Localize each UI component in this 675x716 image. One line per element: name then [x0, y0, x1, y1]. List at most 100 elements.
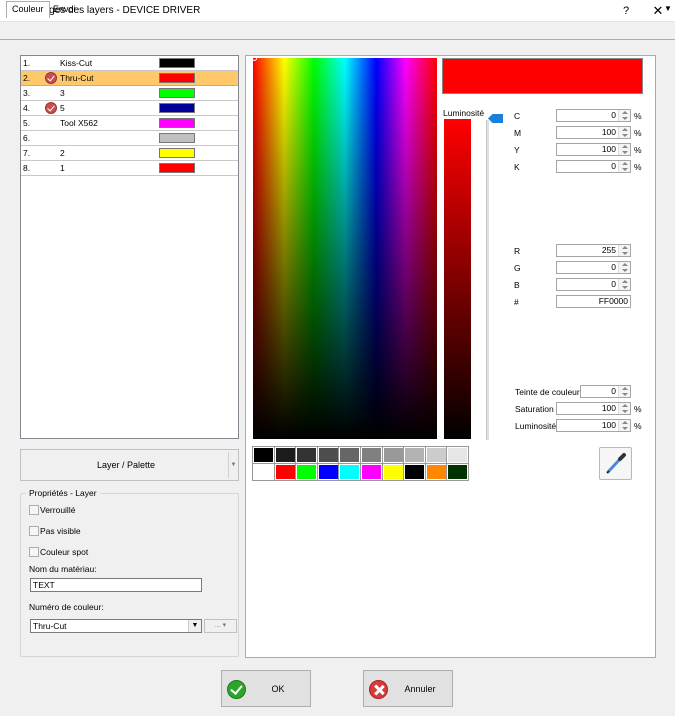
tab-envoi[interactable]: Envoi: [48, 2, 81, 18]
hsl-input[interactable]: 0: [580, 385, 631, 398]
palette-swatch[interactable]: [273, 446, 297, 464]
spinner-arrows-icon[interactable]: [618, 245, 630, 256]
color-extra-button[interactable]: ... ▾: [204, 619, 237, 633]
palette-swatch[interactable]: [403, 446, 427, 464]
layer-color-swatch[interactable]: [159, 163, 195, 173]
cmyk-input[interactable]: 100: [556, 126, 631, 139]
palette-swatch[interactable]: [316, 446, 340, 464]
palette-swatch[interactable]: [338, 463, 362, 481]
spinner-arrows-icon[interactable]: [618, 386, 630, 397]
hsl-input[interactable]: 100: [556, 419, 631, 432]
not-visible-checkbox[interactable]: [29, 526, 39, 536]
layer-number: 5.: [23, 118, 31, 128]
hex-label: #: [514, 297, 519, 307]
layer-color-swatch[interactable]: [159, 58, 195, 68]
layer-color-swatch[interactable]: [159, 73, 195, 83]
layer-name: 1: [60, 163, 65, 173]
tab-menu-arrow-icon[interactable]: ▼: [664, 4, 672, 13]
palette-swatch[interactable]: [316, 463, 340, 481]
luminosity-bar[interactable]: [444, 119, 471, 439]
layer-color-swatch[interactable]: [159, 103, 195, 113]
cmyk-input[interactable]: 100: [556, 143, 631, 156]
spinner-arrows-icon[interactable]: [618, 127, 630, 138]
material-input[interactable]: TEXT: [30, 578, 202, 592]
layer-row[interactable]: 3. 3: [21, 86, 238, 101]
spot-color-checkbox[interactable]: [29, 547, 39, 557]
cancel-label: Annuler: [404, 684, 436, 694]
spinner-arrows-icon[interactable]: [618, 279, 630, 290]
help-button[interactable]: ?: [618, 3, 634, 19]
rgb-input[interactable]: 0: [556, 261, 631, 274]
layer-number: 3.: [23, 88, 31, 98]
palette-swatch[interactable]: [446, 446, 470, 464]
palette-swatch[interactable]: [338, 446, 362, 464]
layer-row[interactable]: 1. Kiss-Cut: [21, 56, 238, 71]
palette-swatch[interactable]: [295, 463, 319, 481]
layer-name: Kiss-Cut: [60, 58, 93, 68]
hsl-input[interactable]: 100: [556, 402, 631, 415]
spinner-arrows-icon[interactable]: [618, 403, 630, 414]
palette-swatch[interactable]: [381, 446, 405, 464]
palette-swatch[interactable]: [403, 463, 427, 481]
rgb-input[interactable]: 0: [556, 278, 631, 291]
layer-row[interactable]: 6.: [21, 131, 238, 146]
layer-row[interactable]: 2. Thru-Cut: [21, 71, 238, 86]
layer-color-swatch[interactable]: [159, 88, 195, 98]
color-preview: [442, 58, 643, 94]
chevron-down-icon[interactable]: ▼: [188, 620, 201, 632]
layer-number: 4.: [23, 103, 31, 113]
cancel-button[interactable]: Annuler: [363, 670, 453, 707]
layer-color-swatch[interactable]: [159, 148, 195, 158]
layer-name: Thru-Cut: [60, 73, 94, 83]
layer-name: Tool X562: [60, 118, 98, 128]
luminosity-slider-track[interactable]: [486, 120, 489, 440]
spinner-arrows-icon[interactable]: [618, 161, 630, 172]
spin-value: 100: [601, 403, 616, 413]
palette-swatch[interactable]: [252, 463, 275, 481]
hex-input[interactable]: FF0000: [556, 295, 631, 308]
layer-name: 3: [60, 88, 65, 98]
palette-swatch[interactable]: [424, 446, 448, 464]
spinner-arrows-icon[interactable]: [618, 144, 630, 155]
spin-value: 100: [601, 144, 616, 154]
layer-row[interactable]: 5. Tool X562: [21, 116, 238, 131]
layer-color-swatch[interactable]: [159, 133, 195, 143]
layer-color-swatch[interactable]: [159, 118, 195, 128]
cmyk-label: M: [514, 128, 522, 138]
layer-row[interactable]: 8. 1: [21, 161, 238, 176]
eyedropper-icon: [606, 453, 626, 474]
cmyk-label: K: [514, 162, 520, 172]
palette-swatch[interactable]: [360, 463, 383, 481]
ok-button[interactable]: OK: [221, 670, 311, 707]
cmyk-input[interactable]: 0: [556, 109, 631, 122]
spinner-arrows-icon[interactable]: [618, 110, 630, 121]
layer-list[interactable]: 1. Kiss-Cut 2. Thru-Cut 3. 3 4. 5 5. Tool X562 6. 7…: [20, 55, 239, 439]
unit-percent: %: [634, 404, 642, 414]
palette-swatch[interactable]: [252, 446, 275, 464]
spinner-arrows-icon[interactable]: [618, 420, 630, 431]
layer-row[interactable]: 4. 5: [21, 101, 238, 116]
spectrum-marker[interactable]: [252, 56, 257, 61]
cmyk-input[interactable]: 0: [556, 160, 631, 173]
eyedropper-button[interactable]: [599, 447, 632, 480]
layer-row[interactable]: 7. 2: [21, 146, 238, 161]
palette-swatch[interactable]: [360, 446, 383, 464]
spinner-arrows-icon[interactable]: [618, 262, 630, 273]
color-palette: [252, 446, 470, 481]
color-spectrum[interactable]: [253, 58, 437, 439]
spin-value: 0: [611, 161, 616, 171]
rgb-label: R: [514, 246, 521, 256]
palette-swatch[interactable]: [273, 463, 297, 481]
locked-checkbox[interactable]: [29, 505, 39, 515]
tab-couleur[interactable]: Couleur: [6, 1, 50, 18]
palette-swatch[interactable]: [295, 446, 319, 464]
layer-palette-button[interactable]: Layer / Palette ▼: [20, 449, 239, 481]
palette-swatch[interactable]: [424, 463, 448, 481]
chevron-down-icon[interactable]: ▼: [228, 452, 238, 478]
palette-swatch[interactable]: [446, 463, 470, 481]
palette-swatch[interactable]: [381, 463, 405, 481]
color-number-label: Numéro de couleur:: [29, 602, 104, 612]
cancel-icon: [369, 680, 388, 699]
color-number-select[interactable]: Thru-Cut: [30, 619, 202, 633]
rgb-input[interactable]: 255: [556, 244, 631, 257]
